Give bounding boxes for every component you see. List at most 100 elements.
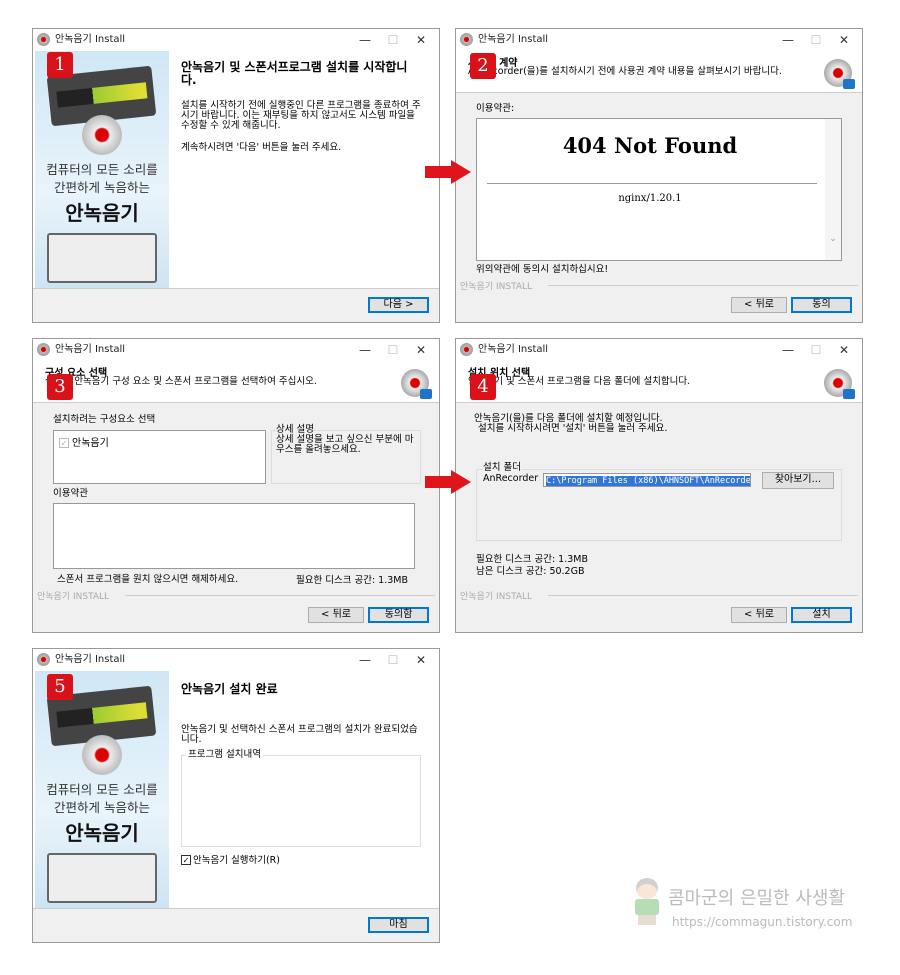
terms-textbox[interactable]: 404 Not Found nginx/1.20.1 ⌄ — [476, 118, 842, 261]
install-path-value: C:\Program Files (x86)\AHNSOFT\AnRecorde… — [546, 476, 750, 486]
header: 사용권 계약AnRecorder(을)를 설치하시기 전에 사용권 계약 내용을… — [456, 51, 862, 93]
banner-image: 컴퓨터의 모든 소리를 간편하게 녹음하는 안녹음기 — [35, 51, 169, 288]
page-title: 안녹음기 설치 완료 — [181, 682, 278, 696]
description-group: 상세 설명 상세 설명을 보고 싶으신 부분에 마우스를 올려놓으세요. — [271, 425, 421, 484]
step-badge: 5 — [47, 674, 73, 700]
watermark-title: 콤마군의 은밀한 사생활 — [668, 888, 846, 909]
app-icon — [460, 343, 473, 356]
minimize-button[interactable]: — — [774, 29, 802, 51]
minimize-button[interactable]: — — [351, 649, 379, 671]
window-title: 안녹음기 Install — [55, 34, 126, 45]
browse-button[interactable]: 찾아보기... — [762, 472, 834, 489]
step-badge: 2 — [470, 53, 496, 79]
agree-note: 위의약관에 동의시 설치하십시요! — [476, 264, 609, 275]
back-button[interactable]: < 뒤로 — [731, 297, 787, 313]
close-button[interactable]: ✕ — [830, 29, 858, 51]
maximize-button[interactable]: ☐ — [802, 29, 830, 51]
components-label: 설치하려는 구성요소 선택 — [53, 414, 156, 425]
brand-footer: 안녹음기 INSTALL — [460, 282, 533, 292]
disk-required: 필요한 디스크 공간: 1.3MB — [296, 575, 409, 586]
install-disc-icon — [824, 59, 855, 89]
back-button[interactable]: < 뒤로 — [308, 607, 364, 623]
terms-label: 이용약관 — [53, 488, 88, 499]
brand-footer: 안녹음기 INSTALL — [460, 592, 533, 602]
page-subtitle: 안녹음기 및 스폰서 프로그램을 다음 폴더에 설치합니다. — [468, 376, 691, 387]
installer-window-step2: 안녹음기 Install —☐✕ 사용권 계약AnRecorder(을)를 설치… — [455, 28, 863, 323]
components-list[interactable]: ✓ 안녹음기 — [53, 430, 266, 484]
disk-free: 남은 디스크 공간: 50.2GB — [476, 566, 585, 577]
title-bar: 안녹음기 Install — ☐ ✕ — [33, 649, 439, 671]
title-bar: 안녹음기 Install — ☐ ✕ — [456, 339, 862, 361]
window-title: 안녹음기 Install — [478, 34, 549, 45]
app-icon — [37, 653, 50, 666]
step-badge: 4 — [470, 374, 496, 400]
installer-window-step4: 안녹음기 Install — ☐ ✕ 설치 위치 선택 안녹음기 및 스폰서 프로그램… — [455, 338, 863, 633]
page-title: 안녹음기 및 스폰서프로그램 설치를 시작합니다. — [181, 60, 408, 87]
disk-required: 필요한 디스크 공간: 1.3MB — [476, 554, 589, 565]
folder-name: AnRecorder — [483, 473, 539, 484]
disc-icon — [82, 115, 122, 155]
back-button[interactable]: < 뒤로 — [731, 607, 787, 623]
close-button[interactable]: ✕ — [830, 339, 858, 361]
server-text: nginx/1.20.1 — [618, 193, 682, 204]
description-text: 상세 설명을 보고 싶으신 부분에 마우스를 올려놓으세요. — [276, 434, 414, 455]
install-log-title: 프로그램 설치내역 — [186, 749, 263, 760]
folder-group-title: 설치 폴더 — [483, 462, 521, 473]
window-title: 안녹음기 Install — [55, 344, 126, 355]
run-checkbox[interactable]: ✓ 안녹음기 실행하기(R) — [181, 855, 280, 866]
installer-window-step1: 안녹음기 Install — ☐ ✕ 컴퓨터의 모든 소리를 간편하게 녹음하는 안녹음… — [32, 28, 440, 323]
install-disc-icon — [824, 369, 855, 399]
mascot-icon — [632, 878, 662, 928]
step-badge: 3 — [47, 374, 73, 400]
title-bar: 안녹음기 Install — ☐ ✕ — [456, 29, 862, 51]
close-button[interactable]: ✕ — [407, 339, 435, 361]
agree-button[interactable]: 동의 — [791, 297, 852, 313]
checkbox-checked-disabled[interactable]: ✓ — [59, 438, 69, 448]
minimize-button[interactable]: — — [351, 29, 379, 51]
header: 설치 위치 선택 안녹음기 및 스폰서 프로그램을 다음 폴더에 설치합니다. — [456, 361, 862, 403]
minimize-button[interactable]: — — [351, 339, 379, 361]
install-button[interactable]: 설치 — [791, 607, 852, 623]
disc-icon — [82, 735, 122, 775]
checkbox-checked-icon[interactable]: ✓ — [181, 855, 191, 865]
sponsor-note: 스폰서 프로그램을 원치 않으시면 해제하세요. — [57, 574, 239, 585]
close-button[interactable]: ✕ — [407, 29, 435, 51]
terms-label: 이용약관: — [476, 103, 515, 114]
folder-group: 설치 폴더 AnRecorder C:\Program Files (x86)\… — [476, 463, 842, 541]
close-button[interactable]: ✕ — [407, 649, 435, 671]
window-title: 안녹음기 Install — [478, 344, 549, 355]
error-heading: 404 Not Found — [562, 133, 738, 158]
scrollbar[interactable]: ⌄ — [825, 119, 841, 260]
watermark-url: https://commagun.tistory.com — [672, 915, 853, 929]
hint-text: 계속하시려면 '다음' 버튼을 눌러 주세요. — [181, 142, 342, 153]
installer-window-step5: 안녹음기 Install — ☐ ✕ 컴퓨터의 모든 소리를 간편하게 녹음하는 안녹음… — [32, 648, 440, 943]
minimize-button[interactable]: — — [774, 339, 802, 361]
installer-window-step3: 안녹음기 Install — ☐ ✕ 구성 요소 선택 설치할 안녹음기 구성 요소 … — [32, 338, 440, 633]
install-log-group: 프로그램 설치내역 — [181, 750, 421, 847]
component-label: 안녹음기 — [72, 438, 109, 449]
install-disc-icon — [401, 369, 432, 399]
step-badge: 1 — [47, 52, 73, 78]
app-icon — [460, 33, 473, 46]
intro-text: 설치를 시작하기 전에 실행중인 다른 프로그램을 종료하여 주시기 바랍니다.… — [181, 100, 421, 131]
next-button[interactable]: 다음 > — [368, 297, 429, 313]
maximize-button[interactable]: ☐ — [379, 339, 407, 361]
banner-logo: 안녹음기 — [65, 821, 139, 845]
run-label: 안녹음기 실행하기(R) — [193, 855, 280, 866]
finish-button[interactable]: 마침 — [368, 917, 429, 933]
install-path-input[interactable]: C:\Program Files (x86)\AHNSOFT\AnRecorde… — [543, 473, 751, 487]
page-subtitle: 설치할 안녹음기 구성 요소 및 스폰서 프로그램을 선택하여 주십시오. — [45, 376, 317, 387]
banner-text: 컴퓨터의 모든 소리를 — [46, 162, 158, 177]
banner-text: 간편하게 녹음하는 — [54, 800, 150, 815]
maximize-button[interactable]: ☐ — [379, 29, 407, 51]
component-item[interactable]: ✓ 안녹음기 — [59, 434, 109, 449]
maximize-button[interactable]: ☐ — [379, 649, 407, 671]
maximize-button[interactable]: ☐ — [802, 339, 830, 361]
terms-textbox[interactable] — [53, 503, 415, 569]
app-icon — [37, 33, 50, 46]
title-bar: 안녹음기 Install — ☐ ✕ — [33, 339, 439, 361]
title-bar: 안녹음기 Install — ☐ ✕ — [33, 29, 439, 51]
banner-logo: 안녹음기 — [65, 201, 139, 225]
header: 구성 요소 선택 설치할 안녹음기 구성 요소 및 스폰서 프로그램을 선택하여 … — [33, 361, 439, 403]
agree-button[interactable]: 동의함 — [368, 607, 429, 623]
